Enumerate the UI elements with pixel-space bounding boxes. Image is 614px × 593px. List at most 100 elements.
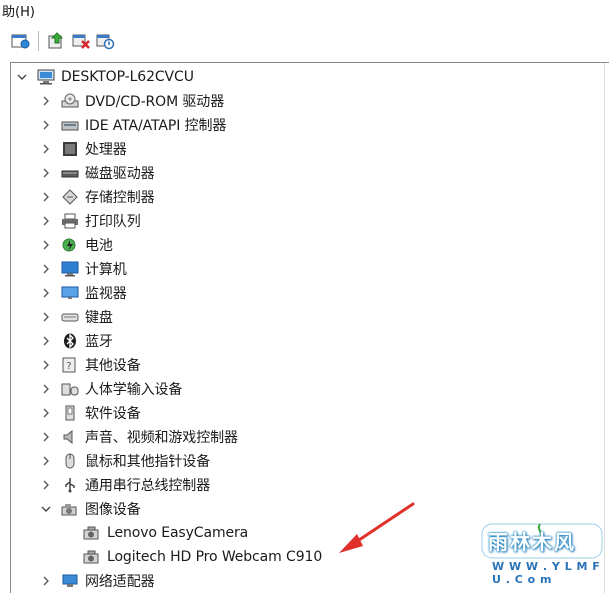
tree-item-label: Lenovo EasyCamera [107,525,249,541]
chevron-right-icon[interactable] [39,377,53,401]
tree-item-label: 磁盘驱动器 [85,166,155,182]
tree-category[interactable]: 网络适配器 [39,569,155,593]
tree-item-label: 蓝牙 [85,334,113,350]
chevron-right-icon[interactable] [39,353,53,377]
tree-item-label: 软件设备 [85,406,141,422]
tree-item-label: 网络适配器 [85,574,155,590]
tree-category[interactable]: 监视器 [39,281,127,305]
chevron-right-icon[interactable] [39,161,53,185]
keyboard-icon [61,308,79,326]
sound-icon [61,428,79,446]
usb-icon [61,476,79,494]
bluetooth-icon [61,332,79,350]
printer-icon [61,212,79,230]
chevron-right-icon[interactable] [39,401,53,425]
camera-icon [83,548,101,566]
hid-icon [61,380,79,398]
tree-category[interactable]: 图像设备 [39,497,141,521]
chevron-right-icon[interactable] [39,209,53,233]
tree-device-item[interactable]: Lenovo EasyCamera [83,521,248,545]
network-adapter-icon [61,572,79,590]
chevron-right-icon[interactable] [39,425,53,449]
tree-category[interactable]: 处理器 [39,137,127,161]
watermark: 雨林木风 W W W . Y L M F U . C o m [478,522,608,586]
camera-icon [83,524,101,542]
chevron-right-icon[interactable] [39,113,53,137]
svg-text:?: ? [66,361,71,372]
tree-item-label: Logitech HD Pro Webcam C910 [107,549,323,565]
other-devices-icon: ? [61,356,79,374]
imaging-device-icon [61,500,79,518]
tree-category[interactable]: 键盘 [39,305,113,329]
chevron-right-icon[interactable] [39,233,53,257]
tree-category[interactable]: 存储控制器 [39,185,155,209]
tree-category[interactable]: 声音、视频和游戏控制器 [39,425,238,449]
tree-item-label: 存储控制器 [85,190,155,206]
tree-category[interactable]: 人体学输入设备 [39,377,182,401]
properties-icon[interactable] [10,30,32,52]
tree-item-label: 计算机 [85,262,127,278]
tree-category[interactable]: 鼠标和其他指针设备 [39,449,210,473]
watermark-logo: 雨林木风 [488,530,576,554]
tree-item-label: DESKTOP-L62CVCU [61,69,194,85]
chevron-right-icon[interactable] [39,449,53,473]
uninstall-device-icon[interactable] [70,30,92,52]
mouse-icon [61,452,79,470]
monitor-icon [61,284,79,302]
tree-item-label: 监视器 [85,286,127,302]
chevron-right-icon[interactable] [39,329,53,353]
tree-item-label: 鼠标和其他指针设备 [85,454,211,470]
update-driver-icon[interactable] [46,30,68,52]
menu-help[interactable]: 助(H) [2,5,35,20]
vertical-scrollbar[interactable] [604,63,609,593]
chevron-right-icon[interactable] [39,185,53,209]
watermark-url: W W W . Y L M F U . C o m [492,560,601,586]
tree-item-label: 人体学输入设备 [85,382,183,398]
tree-category[interactable]: 计算机 [39,257,127,281]
tree-root[interactable]: DESKTOP-L62CVCU [15,65,194,89]
disable-device-icon[interactable] [94,30,116,52]
chevron-right-icon[interactable] [39,137,53,161]
toolbar-separator [38,31,39,51]
battery-icon [61,236,79,254]
tree-item-label: 打印队列 [85,214,141,230]
tree-item-label: 处理器 [85,142,127,158]
computer-icon [61,260,79,278]
tree-item-label: 其他设备 [85,358,141,374]
annotation-arrow [339,502,415,553]
chevron-right-icon[interactable] [39,305,53,329]
tree-category[interactable]: 通用串行总线控制器 [39,473,210,497]
ide-controller-icon [61,116,79,134]
chevron-down-icon[interactable] [39,497,53,521]
chevron-down-icon[interactable] [15,65,29,89]
chevron-right-icon[interactable] [39,257,53,281]
device-tree[interactable]: DESKTOP-L62CVCU DVD/CD-ROM 驱动器 IDE ATA/ATA… [10,62,609,593]
tree-category[interactable]: 电池 [39,233,113,257]
disk-drive-icon [61,164,79,182]
tree-item-label: 键盘 [85,310,113,326]
tree-item-label: IDE ATA/ATAPI 控制器 [85,118,227,134]
tree-category[interactable]: 软件设备 [39,401,141,425]
menu-bar: 助(H) [0,0,614,26]
tree-device-item[interactable]: Logitech HD Pro Webcam C910 [83,545,322,569]
tree-item-label: 声音、视频和游戏控制器 [85,430,238,446]
tree-item-label: 通用串行总线控制器 [85,478,211,494]
chevron-right-icon[interactable] [39,89,53,113]
tree-category[interactable]: DVD/CD-ROM 驱动器 [39,89,224,113]
computer-root-icon [37,68,55,86]
tree-category[interactable]: ? 其他设备 [39,353,141,377]
storage-controller-icon [61,188,79,206]
chevron-right-icon[interactable] [39,473,53,497]
dvd-drive-icon [61,92,79,110]
tree-category[interactable]: 磁盘驱动器 [39,161,155,185]
tree-category[interactable]: 蓝牙 [39,329,113,353]
tree-item-label: 电池 [85,238,113,254]
chevron-right-icon[interactable] [39,281,53,305]
toolbar [0,26,614,56]
software-device-icon [61,404,79,422]
tree-category[interactable]: IDE ATA/ATAPI 控制器 [39,113,226,137]
chevron-right-icon[interactable] [39,569,53,593]
tree-category[interactable]: 打印队列 [39,209,141,233]
processor-icon [61,140,79,158]
tree-item-label: DVD/CD-ROM 驱动器 [85,94,225,110]
